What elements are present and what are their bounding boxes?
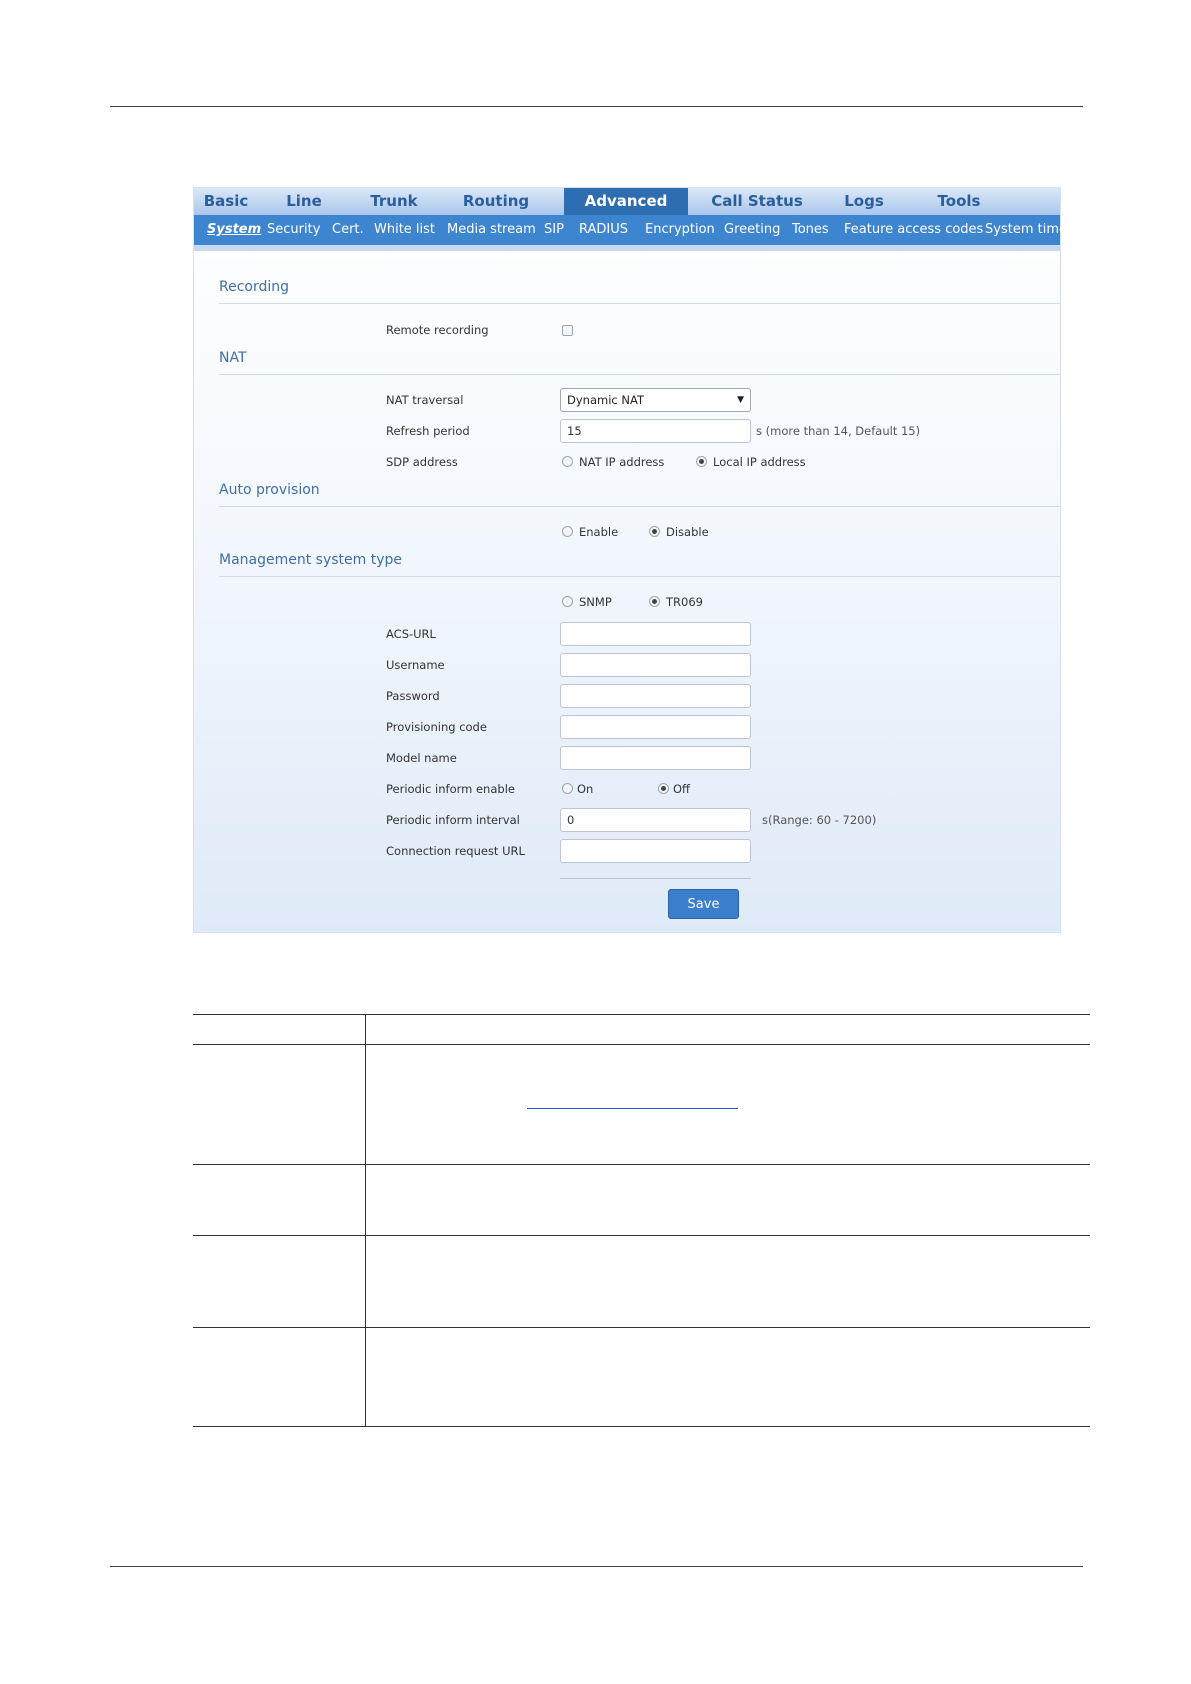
hyperlink[interactable]	[527, 1108, 738, 1109]
table-rule	[193, 1235, 1090, 1236]
auto-provision-disable-label: Disable	[666, 525, 709, 539]
subtab-media-stream[interactable]: Media stream	[447, 215, 536, 245]
subtab-cert[interactable]: Cert.	[332, 215, 364, 245]
sdp-nat-ip-radio[interactable]	[562, 456, 573, 467]
subtab-encryption[interactable]: Encryption	[645, 215, 715, 245]
page-header-rule	[110, 106, 1083, 107]
refresh-period-label: Refresh period	[386, 424, 470, 438]
tab-routing[interactable]: Routing	[446, 188, 546, 215]
dropdown-arrow-icon: ▼	[737, 395, 744, 405]
settings-screenshot: Basic Line Trunk Routing Advanced Call S…	[193, 187, 1067, 933]
subtab-sip[interactable]: SIP	[544, 215, 564, 245]
acs-url-label: ACS-URL	[386, 627, 436, 641]
auto-provision-disable-radio[interactable]	[649, 526, 660, 537]
model-name-input[interactable]	[560, 746, 751, 770]
table-rule	[193, 1014, 1090, 1015]
username-input[interactable]	[560, 653, 751, 677]
subtab-radius[interactable]: RADIUS	[579, 215, 628, 245]
section-divider	[219, 576, 1060, 577]
periodic-inform-on-radio[interactable]	[562, 783, 573, 794]
nat-traversal-value: Dynamic NAT	[567, 393, 644, 407]
section-title-auto-provision: Auto provision	[219, 482, 320, 498]
section-title-nat: NAT	[219, 350, 247, 366]
refresh-period-hint: s (more than 14, Default 15)	[756, 424, 921, 438]
periodic-inform-interval-hint: s(Range: 60 - 7200)	[762, 813, 877, 827]
tab-logs[interactable]: Logs	[824, 188, 904, 215]
table-rule	[193, 1044, 1090, 1045]
username-label: Username	[386, 658, 445, 672]
periodic-inform-off-label: Off	[673, 782, 690, 796]
periodic-inform-on-label: On	[577, 782, 594, 796]
top-navigation: Basic Line Trunk Routing Advanced Call S…	[194, 188, 1060, 215]
sdp-nat-ip-label: NAT IP address	[579, 455, 665, 469]
tab-call-status[interactable]: Call Status	[697, 188, 817, 215]
sdp-local-ip-label: Local IP address	[713, 455, 806, 469]
remote-recording-label: Remote recording	[386, 323, 489, 337]
section-title-management: Management system type	[219, 552, 403, 568]
sdp-local-ip-radio[interactable]	[696, 456, 707, 467]
management-tr069-radio[interactable]	[649, 596, 660, 607]
nat-traversal-label: NAT traversal	[386, 393, 464, 407]
section-divider	[219, 506, 1060, 507]
table-column-divider	[365, 1014, 366, 1427]
tab-tools[interactable]: Tools	[914, 188, 1004, 215]
subtab-security[interactable]: Security	[267, 215, 320, 245]
tab-basic[interactable]: Basic	[194, 188, 258, 215]
table-rule	[193, 1426, 1090, 1427]
connection-request-url-label: Connection request URL	[386, 844, 525, 858]
remote-recording-checkbox[interactable]	[562, 325, 573, 336]
acs-url-input[interactable]	[560, 622, 751, 646]
section-divider	[219, 374, 1060, 375]
tab-line[interactable]: Line	[264, 188, 344, 215]
subtab-tones[interactable]: Tones	[792, 215, 829, 245]
refresh-period-input[interactable]	[560, 419, 751, 443]
auto-provision-enable-radio[interactable]	[562, 526, 573, 537]
nat-traversal-select[interactable]: Dynamic NAT ▼	[560, 388, 751, 412]
periodic-inform-enable-label: Periodic inform enable	[386, 782, 515, 796]
table-rule	[193, 1327, 1090, 1328]
subtab-white-list[interactable]: White list	[374, 215, 435, 245]
provisioning-code-label: Provisioning code	[386, 720, 487, 734]
sub-navigation: System Security Cert. White list Media s…	[194, 215, 1067, 245]
management-tr069-label: TR069	[666, 595, 703, 609]
sdp-address-label: SDP address	[386, 455, 458, 469]
periodic-inform-interval-input[interactable]	[560, 808, 751, 832]
provisioning-code-input[interactable]	[560, 715, 751, 739]
periodic-inform-off-radio[interactable]	[658, 783, 669, 794]
periodic-inform-interval-label: Periodic inform interval	[386, 813, 520, 827]
management-snmp-radio[interactable]	[562, 596, 573, 607]
auto-provision-enable-label: Enable	[579, 525, 619, 539]
connection-request-url-input[interactable]	[560, 839, 751, 863]
management-snmp-label: SNMP	[579, 595, 612, 609]
tab-advanced[interactable]: Advanced	[564, 188, 688, 215]
tab-trunk[interactable]: Trunk	[354, 188, 434, 215]
password-input[interactable]	[560, 684, 751, 708]
save-button[interactable]: Save	[668, 889, 739, 919]
model-name-label: Model name	[386, 751, 457, 765]
subtab-greeting[interactable]: Greeting	[724, 215, 780, 245]
section-title-recording: Recording	[219, 279, 290, 295]
section-divider	[219, 303, 1060, 304]
subnav-shadow	[194, 245, 1060, 251]
password-label: Password	[386, 689, 440, 703]
subtab-system-time[interactable]: System time	[985, 215, 1067, 245]
table-rule	[193, 1164, 1090, 1165]
subtab-feature-access-codes[interactable]: Feature access codes	[844, 215, 983, 245]
page-footer-rule	[110, 1566, 1083, 1567]
truncated-field	[560, 878, 751, 882]
subtab-system[interactable]: System	[207, 215, 261, 245]
